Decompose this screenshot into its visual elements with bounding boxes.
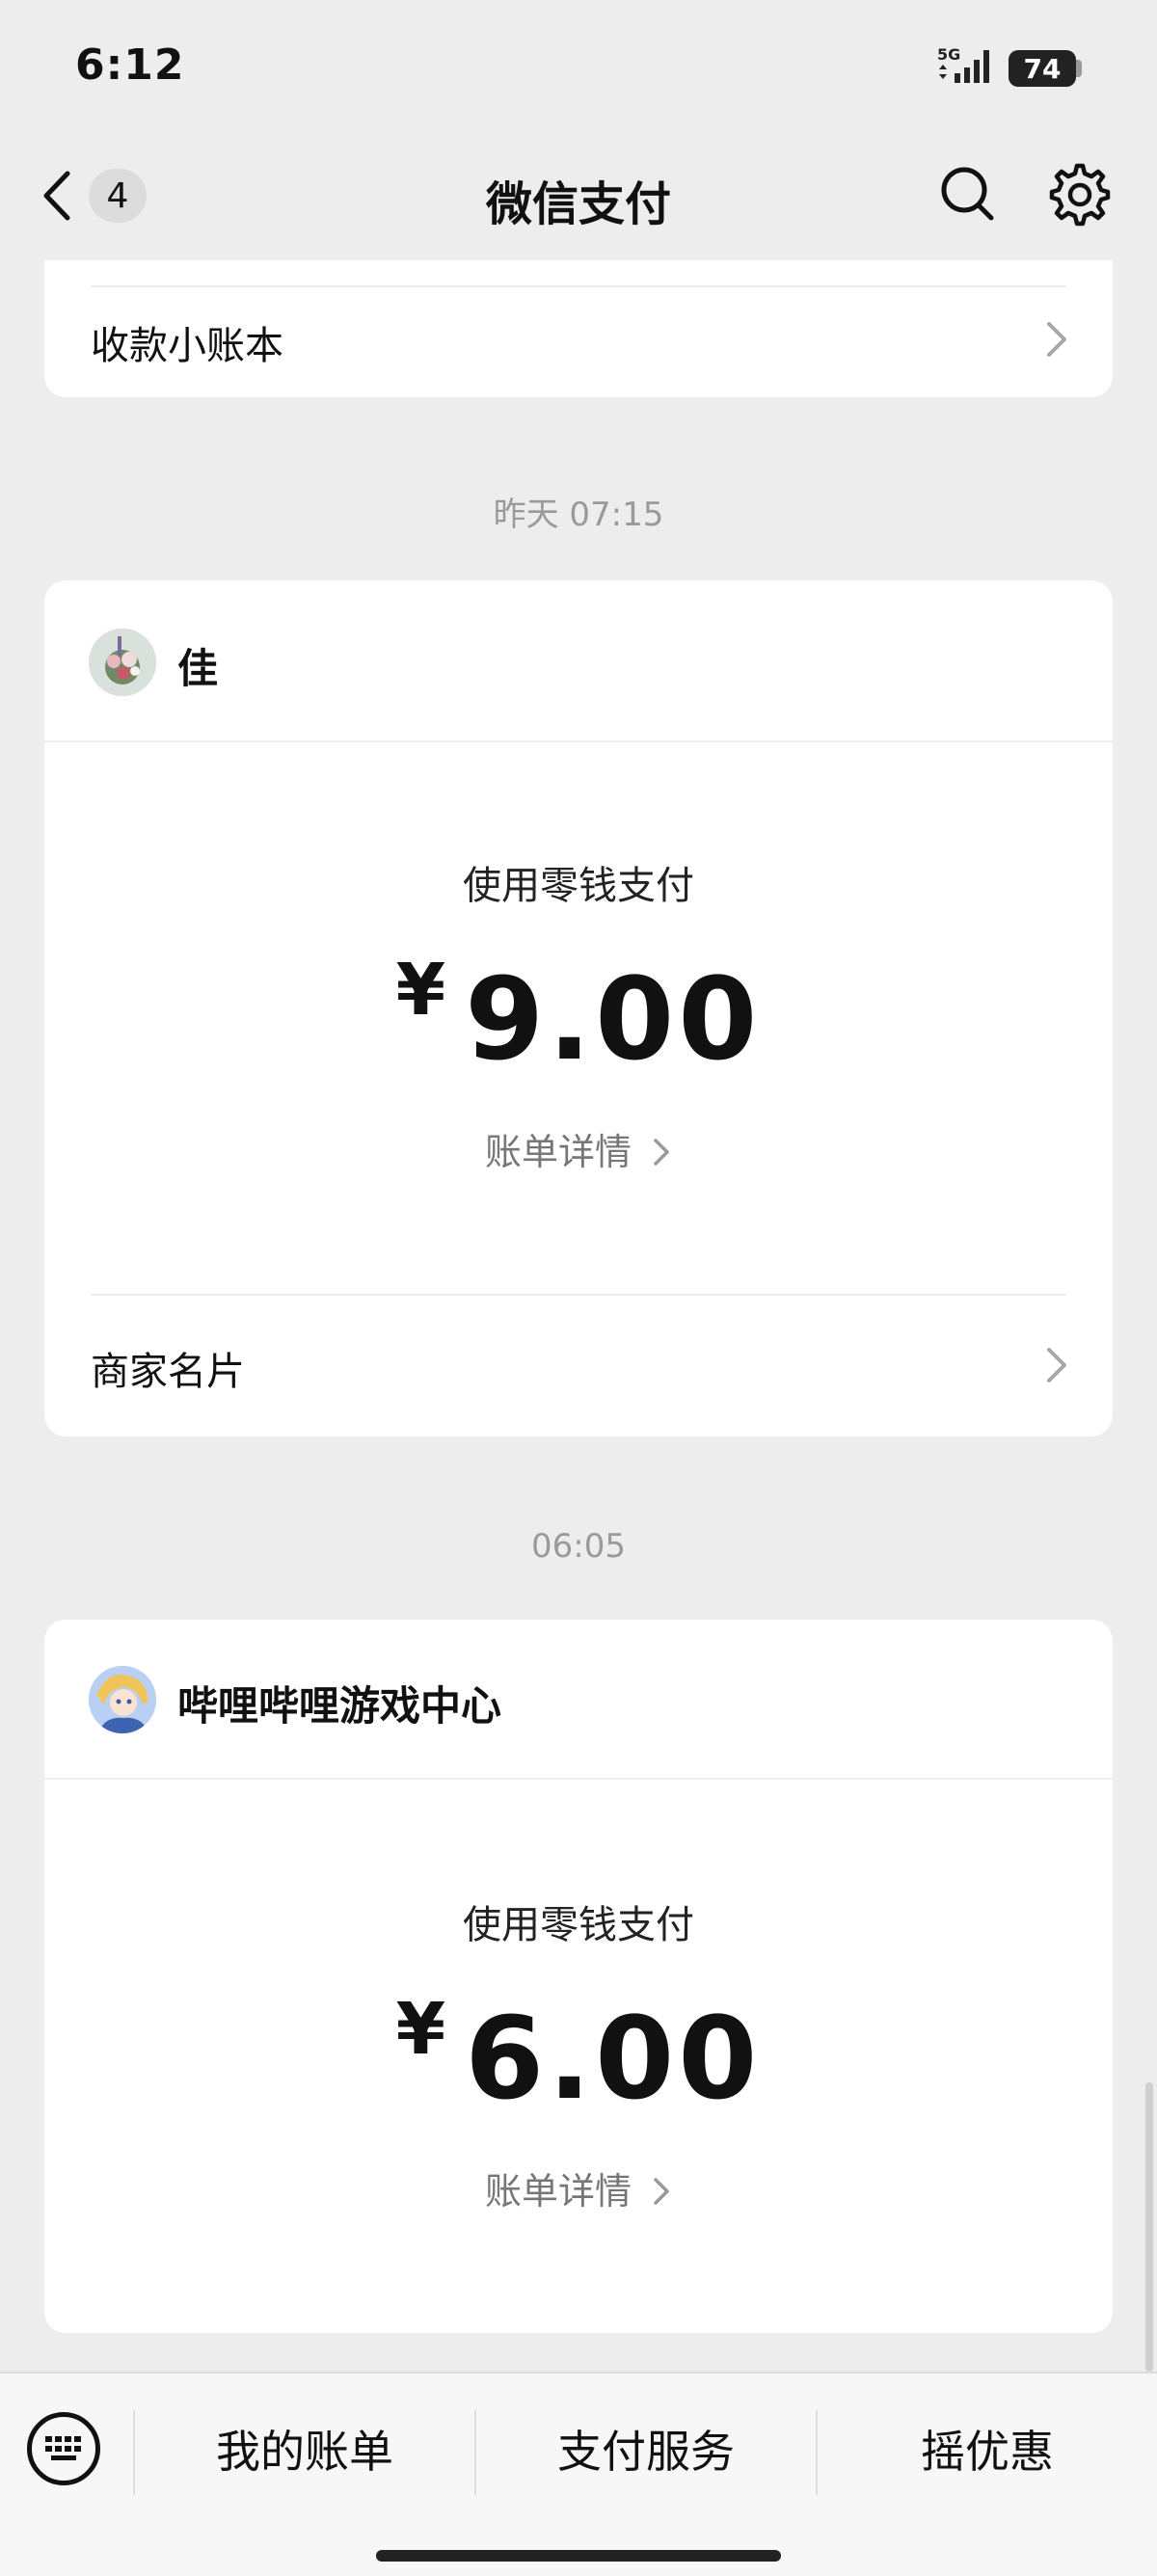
collection-book-row[interactable]: 收款小账本 (44, 285, 1113, 397)
bill-detail-link[interactable]: 账单详情 (44, 2161, 1113, 2214)
search-button[interactable] (939, 164, 997, 224)
bill-detail-label: 账单详情 (484, 2170, 632, 2213)
divider (44, 740, 1113, 742)
bottom-menu-bar: 我的账单 支付服务 摇优惠 (0, 2372, 1157, 2576)
search-icon (941, 167, 994, 221)
merchant-avatar (89, 1666, 156, 1733)
currency-symbol: ¥ (395, 949, 450, 1032)
merchant-card-label: 商家名片 (91, 1350, 245, 1394)
signal-icon: 5G (935, 44, 997, 87)
menu-payment-services[interactable]: 支付服务 (476, 2412, 816, 2485)
payment-amount: ¥6.00 (44, 1988, 1113, 2125)
chevron-right-icon (1047, 1348, 1066, 1382)
payment-card[interactable]: 佳 使用零钱支付 ¥9.00 账单详情 商家名片 (44, 580, 1113, 1436)
bill-detail-label: 账单详情 (484, 1131, 632, 1173)
merchant-avatar (89, 629, 156, 696)
payment-method: 使用零钱支付 (463, 1903, 694, 1947)
keyboard-icon (45, 2436, 81, 2460)
settings-button[interactable] (1047, 162, 1113, 228)
battery-indicator: 74 (1009, 50, 1076, 87)
merchant-card-row[interactable]: 商家名片 (44, 1296, 1113, 1436)
divider (44, 1778, 1113, 1780)
home-indicator[interactable] (376, 2550, 781, 2562)
amount-value: 6.00 (465, 1992, 762, 2125)
chevron-right-icon (1047, 322, 1066, 357)
battery-tip (1076, 60, 1082, 77)
payment-amount: ¥9.00 (44, 949, 1113, 1086)
gear-icon (1049, 163, 1111, 227)
scrollbar[interactable] (1145, 2082, 1153, 2372)
message-time: 06:05 (531, 1527, 626, 1566)
chevron-right-icon (654, 1139, 669, 1166)
message-time: 昨天 07:15 (493, 496, 664, 534)
keyboard-button[interactable] (27, 2412, 100, 2485)
currency-symbol: ¥ (395, 1988, 450, 2071)
collection-book-label: 收款小账本 (91, 324, 283, 368)
merchant-name: 哔哩哔哩游戏中心 (177, 1682, 502, 1730)
merchant-name: 佳 (177, 645, 219, 692)
amount-value: 9.00 (465, 953, 762, 1086)
bill-detail-link[interactable]: 账单详情 (44, 1122, 1113, 1175)
menu-shake-offers[interactable]: 摇优惠 (818, 2412, 1157, 2485)
network-type-label: 5G (937, 45, 960, 64)
chevron-right-icon (654, 2178, 669, 2205)
payment-method: 使用零钱支付 (463, 864, 694, 908)
menu-my-bills[interactable]: 我的账单 (135, 2412, 474, 2485)
payment-card[interactable]: 哔哩哔哩游戏中心 使用零钱支付 ¥6.00 账单详情 (44, 1620, 1113, 2333)
card-previous: 收款小账本 (44, 260, 1113, 397)
status-time: 6:12 (75, 40, 185, 90)
